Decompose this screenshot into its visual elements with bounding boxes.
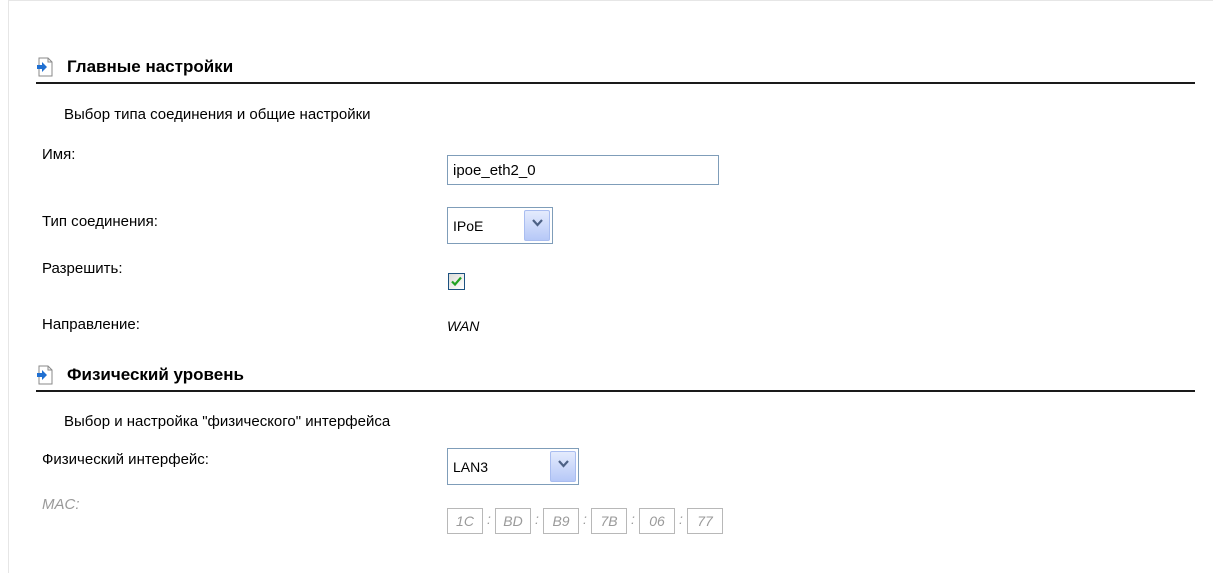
section-title: Физический уровень (67, 365, 244, 384)
mac-octet-2[interactable]: BD (495, 508, 531, 534)
section-title: Главные настройки (67, 57, 234, 76)
mac-separator: : (583, 511, 587, 527)
chevron-down-icon[interactable] (550, 451, 576, 482)
enable-checkbox[interactable] (448, 273, 465, 290)
mac-octet-5[interactable]: 06 (639, 508, 675, 534)
page-arrow-icon (36, 57, 54, 77)
name-label: Имя: (42, 146, 76, 163)
connection-type-label: Тип соединения: (42, 213, 158, 230)
page-arrow-icon (36, 365, 54, 385)
mac-separator: : (679, 511, 683, 527)
chevron-down-icon[interactable] (524, 210, 550, 241)
enable-label: Разрешить: (42, 260, 123, 277)
section-subtitle: Выбор и настройка "физического" интерфей… (64, 413, 391, 430)
section-header-physical: Физический уровень (36, 362, 1195, 392)
checkmark-icon (451, 276, 462, 287)
section-subtitle: Выбор типа соединения и общие настройки (64, 106, 371, 123)
mac-separator: : (631, 511, 635, 527)
connection-type-value: IPoE (453, 218, 484, 234)
mac-label: MAC: (42, 496, 80, 513)
mac-octet-3[interactable]: B9 (543, 508, 579, 534)
direction-label: Направление: (42, 316, 140, 333)
physical-interface-value: LAN3 (453, 459, 489, 475)
physical-interface-label: Физический интерфейс: (42, 451, 209, 468)
mac-octet-1[interactable]: 1C (447, 508, 483, 534)
section-header-main: Главные настройки (36, 54, 1195, 84)
mac-octet-6[interactable]: 77 (687, 508, 723, 534)
connection-type-select[interactable]: IPoE (447, 207, 553, 244)
direction-value: WAN (447, 318, 480, 334)
mac-octet-4[interactable]: 7B (591, 508, 627, 534)
physical-interface-select[interactable]: LAN3 (447, 448, 579, 485)
settings-panel (8, 0, 1213, 573)
name-input[interactable]: ipoe_eth2_0 (447, 155, 719, 185)
mac-separator: : (535, 511, 539, 527)
mac-separator: : (487, 511, 491, 527)
